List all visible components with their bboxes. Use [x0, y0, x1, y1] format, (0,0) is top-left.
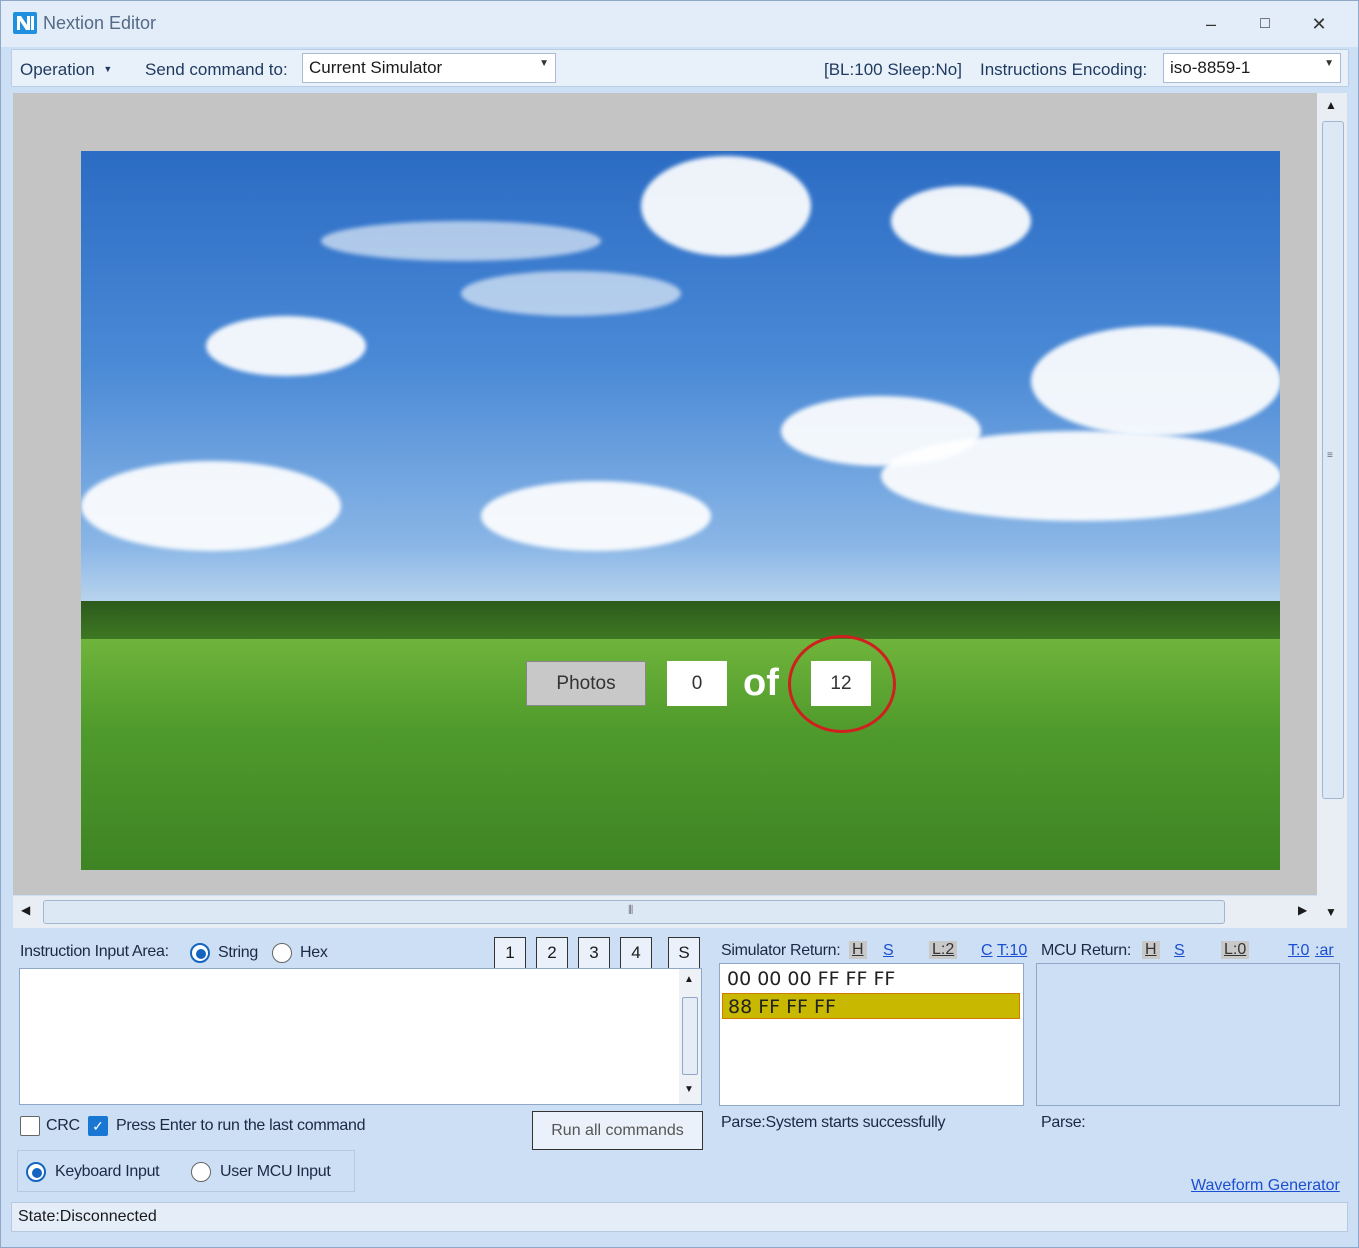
grip-icon: ⦀: [628, 903, 634, 917]
vertical-scroll-thumb[interactable]: ≡: [1322, 121, 1344, 799]
user-mcu-input-label: User MCU Input: [220, 1163, 331, 1180]
simulator-return-clear-link[interactable]: C: [981, 942, 993, 960]
minimize-button[interactable]: –: [1191, 9, 1231, 39]
tree-line: [81, 601, 1280, 641]
instruction-scroll-thumb[interactable]: [682, 997, 698, 1075]
title-bar: Nextion Editor – □ ✕: [1, 1, 1358, 47]
instruction-input[interactable]: ▲ ▼: [19, 968, 702, 1105]
scroll-left-icon[interactable]: ◀: [21, 903, 30, 917]
encoding-label: Instructions Encoding:: [980, 60, 1148, 79]
of-label: of: [743, 662, 779, 704]
instruction-scrollbar[interactable]: ▲ ▼: [679, 969, 701, 1104]
quick-command-1-button[interactable]: 1: [494, 937, 526, 969]
send-command-select[interactable]: Current Simulator ▼: [302, 53, 556, 83]
status-bar: State:Disconnected: [11, 1202, 1348, 1232]
mcu-return-string-link[interactable]: S: [1174, 942, 1185, 960]
horizontal-scrollbar[interactable]: ◀ ⦀ ▶: [13, 896, 1317, 928]
nextion-logo-icon: [13, 12, 37, 34]
grip-icon: ≡: [1327, 450, 1333, 461]
send-command-value: Current Simulator: [309, 58, 443, 77]
crc-checkbox[interactable]: [20, 1116, 40, 1136]
simulator-return-timeout-link[interactable]: T:10: [997, 942, 1027, 960]
string-mode-label: String: [218, 944, 258, 961]
run-all-commands-button[interactable]: Run all commands: [532, 1111, 703, 1150]
app-window: Nextion Editor – □ ✕ Operation ▼ Send co…: [0, 0, 1359, 1248]
hex-mode-radio[interactable]: [272, 943, 292, 963]
scroll-up-icon[interactable]: ▲: [1325, 98, 1337, 112]
dropdown-arrow-icon: ▼: [539, 58, 549, 69]
mcu-parse-text: Parse:: [1041, 1114, 1086, 1131]
instruction-area-label: Instruction Input Area:: [20, 943, 169, 960]
highlight-circle: [788, 635, 896, 733]
horizontal-scroll-thumb[interactable]: ⦀: [43, 900, 1225, 924]
toolbar: Operation ▼ Send command to: Current Sim…: [11, 49, 1349, 87]
mcu-return-list[interactable]: [1036, 963, 1340, 1106]
simulator-parse-text: Parse:System starts successfully: [721, 1114, 946, 1131]
send-command-label: Send command to:: [145, 60, 288, 79]
operation-menu-label: Operation: [20, 60, 95, 79]
connection-state: State:Disconnected: [18, 1208, 157, 1225]
waveform-generator-link[interactable]: Waveform Generator: [1191, 1177, 1340, 1195]
user-mcu-input-radio[interactable]: [191, 1162, 211, 1182]
simulator-return-length-button[interactable]: L:2: [929, 941, 958, 959]
quick-command-2-button[interactable]: 2: [536, 937, 568, 969]
mcu-return-clear-link[interactable]: :ar: [1315, 942, 1334, 960]
mcu-return-hex-button[interactable]: H: [1142, 941, 1160, 959]
keyboard-input-radio[interactable]: [26, 1162, 46, 1182]
photos-button[interactable]: Photos: [526, 661, 646, 706]
simulator-return-label: Simulator Return:: [721, 942, 841, 959]
encoding-value: iso-8859-1: [1170, 58, 1251, 77]
quick-command-4-button[interactable]: 4: [620, 937, 652, 969]
close-button[interactable]: ✕: [1299, 9, 1339, 39]
window-title: Nextion Editor: [43, 13, 157, 33]
scroll-up-icon[interactable]: ▲: [684, 974, 694, 985]
encoding-select[interactable]: iso-8859-1 ▼: [1163, 53, 1341, 83]
vertical-scrollbar[interactable]: ▲ ≡ ▼: [1317, 93, 1347, 928]
mcu-return-timeout-link[interactable]: T:0: [1288, 942, 1309, 960]
maximize-button[interactable]: □: [1245, 9, 1285, 39]
mcu-return-length-button[interactable]: L:0: [1221, 941, 1250, 959]
return-line[interactable]: 00 00 00 FF FF FF: [722, 966, 1020, 992]
keyboard-input-label: Keyboard Input: [55, 1163, 160, 1180]
hex-mode-label: Hex: [300, 944, 328, 961]
scroll-right-icon[interactable]: ▶: [1298, 903, 1307, 917]
dropdown-arrow-icon: ▼: [1324, 58, 1334, 69]
chevron-down-icon: ▼: [103, 64, 113, 74]
scroll-down-icon[interactable]: ▼: [684, 1084, 694, 1095]
simulator-return-string-link[interactable]: S: [883, 942, 894, 960]
simulator-return-hex-button[interactable]: H: [849, 941, 867, 959]
scroll-down-icon[interactable]: ▼: [1325, 905, 1337, 919]
quick-command-s-button[interactable]: S: [668, 937, 700, 969]
checkmark-icon: ✓: [92, 1118, 104, 1134]
crc-label: CRC: [46, 1117, 80, 1134]
press-enter-label: Press Enter to run the last command: [116, 1117, 366, 1134]
operation-menu[interactable]: Operation ▼: [20, 60, 112, 80]
return-line-selected[interactable]: 88 FF FF FF: [722, 993, 1020, 1019]
current-index-field[interactable]: 0: [667, 661, 727, 706]
simulator-return-list[interactable]: 00 00 00 FF FF FF 88 FF FF FF: [719, 963, 1024, 1106]
quick-command-3-button[interactable]: 3: [578, 937, 610, 969]
press-enter-checkbox[interactable]: ✓: [88, 1116, 108, 1136]
string-mode-radio[interactable]: [190, 943, 210, 963]
status-info: [BL:100 Sleep:No]: [824, 60, 962, 79]
mcu-return-label: MCU Return:: [1041, 942, 1132, 959]
simulator-screen-background: [81, 151, 1280, 870]
